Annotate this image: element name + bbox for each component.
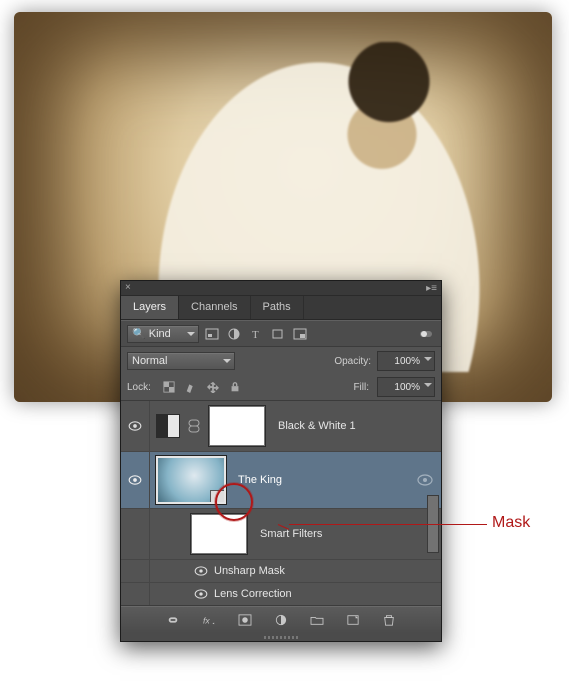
lock-row: Lock: Fill:: [121, 374, 441, 401]
shape-layer-filter-icon[interactable]: [269, 326, 287, 342]
filter-name[interactable]: Lens Correction: [214, 588, 292, 600]
tab-layers[interactable]: Layers: [121, 296, 179, 319]
svg-text:T: T: [252, 329, 259, 340]
panel-tabs: Layers Channels Paths: [121, 296, 441, 320]
filter-lens-correction[interactable]: Lens Correction: [121, 583, 441, 606]
filter-name[interactable]: Unsharp Mask: [214, 565, 285, 577]
type-layer-filter-icon[interactable]: T: [247, 326, 265, 342]
filter-unsharp-mask[interactable]: Unsharp Mask: [121, 560, 441, 583]
lock-position-icon[interactable]: [203, 378, 223, 396]
pixel-layer-filter-icon[interactable]: [203, 326, 221, 342]
link-layers-icon[interactable]: [162, 610, 184, 630]
annotation-label: Mask: [492, 514, 530, 532]
smart-filters-label: Smart Filters: [260, 528, 322, 540]
smart-object-filter-icon[interactable]: [291, 326, 309, 342]
layer-filter-row: 🔍 Kind T: [121, 320, 441, 347]
filter-kind-select[interactable]: 🔍 Kind: [127, 325, 199, 343]
new-adjustment-layer-icon[interactable]: [270, 610, 292, 630]
visibility-icon[interactable]: [194, 589, 208, 599]
tab-paths[interactable]: Paths: [251, 296, 304, 319]
layers-list: Black & White 1 The King Smart Filters U…: [121, 401, 441, 606]
lock-all-icon[interactable]: [225, 378, 245, 396]
new-layer-icon[interactable]: [342, 610, 364, 630]
visibility-icon[interactable]: [128, 475, 142, 485]
panel-resize-grip[interactable]: [121, 633, 441, 641]
adjustment-layer-filter-icon[interactable]: [225, 326, 243, 342]
blend-row: Normal Opacity:: [121, 347, 441, 374]
close-icon[interactable]: ×: [125, 283, 131, 293]
layer-name[interactable]: The King: [238, 474, 282, 486]
opacity-label: Opacity:: [334, 356, 371, 367]
filter-toggle-switch[interactable]: [417, 326, 435, 342]
annotation-line: [289, 524, 487, 525]
mask-link-icon[interactable]: [188, 419, 200, 433]
lock-label: Lock:: [127, 382, 151, 393]
visibility-icon[interactable]: [194, 566, 208, 576]
panel-bottom-toolbar: fx: [121, 606, 441, 633]
fill-label: Fill:: [353, 382, 369, 393]
delete-layer-icon[interactable]: [378, 610, 400, 630]
smart-filters-visibility-icon[interactable]: [417, 474, 433, 486]
blend-mode-select[interactable]: Normal: [127, 352, 235, 370]
lock-transparent-icon[interactable]: [159, 378, 179, 396]
layer-name[interactable]: Black & White 1: [278, 420, 356, 432]
opacity-input[interactable]: [377, 351, 435, 371]
layer-black-white[interactable]: Black & White 1: [121, 401, 441, 452]
layer-style-icon[interactable]: fx: [198, 610, 220, 630]
add-mask-icon[interactable]: [234, 610, 256, 630]
annotation-circle: [215, 483, 253, 521]
fill-input[interactable]: [377, 377, 435, 397]
layers-panel: × ▸≡ Layers Channels Paths 🔍 Kind T Norm…: [120, 280, 442, 642]
smart-filters-row[interactable]: Smart Filters: [121, 509, 441, 560]
adjustment-layer-icon: [156, 414, 180, 438]
new-group-icon[interactable]: [306, 610, 328, 630]
tab-channels[interactable]: Channels: [179, 296, 250, 319]
panel-titlebar[interactable]: × ▸≡: [121, 281, 441, 296]
svg-text:fx: fx: [203, 615, 210, 625]
lock-pixels-icon[interactable]: [181, 378, 201, 396]
layer-mask-thumb[interactable]: [208, 405, 266, 447]
layer-the-king[interactable]: The King: [121, 452, 441, 509]
panel-menu-icon[interactable]: ▸≡: [426, 283, 437, 294]
visibility-icon[interactable]: [128, 421, 142, 431]
